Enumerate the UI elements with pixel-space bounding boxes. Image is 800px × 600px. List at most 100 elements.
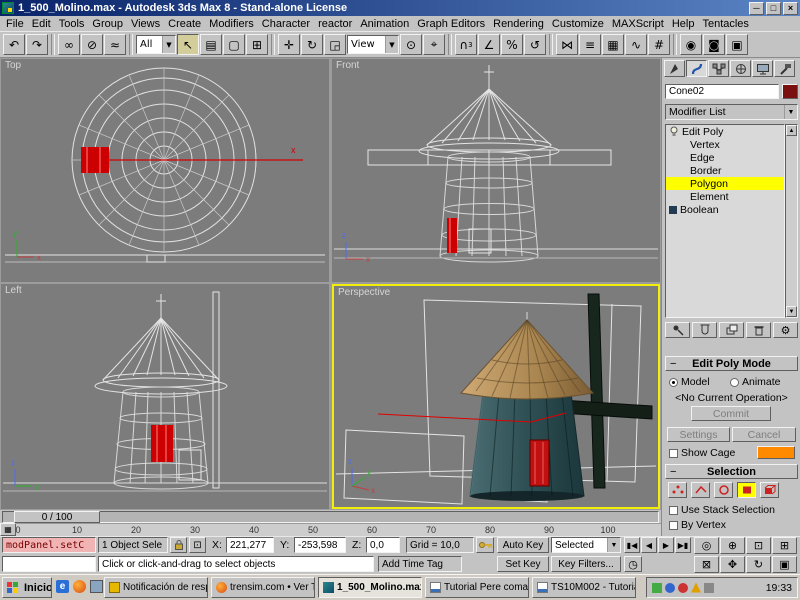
chevron-down-icon[interactable]: ▼ [385,36,398,53]
tray-icon[interactable] [652,583,662,593]
quick-launch-icon[interactable]: e [56,580,69,593]
tray-icon[interactable] [704,583,714,593]
snap-toggle-button[interactable]: ∩3 [455,34,477,55]
commit-button[interactable]: Commit [691,406,771,421]
go-to-start-button[interactable]: ▮◀ [624,537,640,553]
menu-item-help[interactable]: Help [668,18,699,30]
edge-subobject-button[interactable] [691,482,710,498]
x-coordinate-field[interactable]: 221,277 [226,537,274,553]
zoom-all-button[interactable]: ⊕ [720,537,745,554]
stack-item-boolean[interactable]: Boolean [666,203,784,216]
set-key-button[interactable]: Set Key [497,556,549,572]
object-name-field[interactable]: Cone02 [665,84,779,99]
chevron-down-icon[interactable]: ▼ [784,105,797,119]
zoom-extents-button[interactable]: ⊡ [746,537,771,554]
make-unique-button[interactable] [719,322,744,338]
menu-item-customize[interactable]: Customize [548,18,608,30]
menu-item-views[interactable]: Views [127,18,164,30]
percent-snap-button[interactable]: % [501,34,523,55]
menu-item-create[interactable]: Create [164,18,205,30]
polygon-subobject-button-active[interactable] [737,482,756,498]
taskbar-task-molino-active[interactable]: 1_500_Molino.max - ... [318,577,422,598]
edit-poly-mode-rollout-header[interactable]: − Edit Poly Mode [665,356,798,371]
minimize-button[interactable]: ─ [749,2,764,15]
cancel-button[interactable]: Cancel [732,427,796,442]
selection-region-button[interactable]: ▢ [223,34,245,55]
angle-snap-button[interactable]: ∠ [478,34,500,55]
pan-button[interactable]: ✥ [720,556,745,573]
menu-item-tools[interactable]: Tools [55,18,89,30]
unlink-selection-button[interactable]: ⊘ [81,34,103,55]
top-viewport[interactable]: Top [1,59,329,282]
key-filters-button[interactable]: Key Filters... [551,556,621,572]
use-center-button[interactable]: ⊙ [400,34,422,55]
taskbar-task-trensim[interactable]: trensim.com • Ver Tema ... [211,577,315,598]
modifier-list-dropdown[interactable]: Modifier List ▼ [665,104,798,120]
mirror-button[interactable]: ⋈ [556,34,578,55]
close-button[interactable]: × [783,2,798,15]
stack-subitem-border[interactable]: Border [666,164,784,177]
select-and-manipulate-button[interactable]: ⌖ [423,34,445,55]
redo-button[interactable]: ↷ [26,34,48,55]
render-scene-button[interactable]: ◙ [703,34,725,55]
previous-frame-button[interactable]: ◀ [641,537,657,553]
stack-subitem-element[interactable]: Element [666,190,784,203]
layer-manager-button[interactable]: ▦ [602,34,624,55]
menu-item-graph-editors[interactable]: Graph Editors [413,18,489,30]
curve-editor-button[interactable]: ∿ [625,34,647,55]
selection-rollout-header[interactable]: − Selection [665,464,798,479]
select-object-button[interactable]: ↖ [177,34,199,55]
quick-render-button[interactable]: ▣ [726,34,748,55]
show-cage-checkbox[interactable]: Show Cage [669,447,735,459]
zoom-button[interactable]: ◎ [694,537,719,554]
scroll-down-icon[interactable]: ▼ [786,306,797,317]
tab-display[interactable] [752,60,773,77]
selection-lock-button[interactable] [170,537,187,553]
front-viewport[interactable]: Front [332,59,660,282]
taskbar-task-tutorial[interactable]: Tutorial Pere comas 3d [425,577,529,598]
pin-stack-button[interactable] [665,322,690,338]
quick-launch-icon[interactable] [90,580,103,593]
tab-hierarchy[interactable] [708,60,729,77]
menu-item-rendering[interactable]: Rendering [489,18,548,30]
menu-item-maxscript[interactable]: MAXScript [608,18,668,30]
scroll-up-icon[interactable]: ▲ [786,125,797,136]
start-button[interactable]: Inicio [2,577,52,598]
menu-item-reactor[interactable]: reactor [314,18,356,30]
maxscript-input-field[interactable] [2,556,96,572]
animate-radio[interactable]: Animate [730,376,781,388]
stack-item-edit-poly[interactable]: Edit Poly [666,125,784,138]
tab-motion[interactable] [730,60,751,77]
time-configuration-button[interactable]: ◷ [624,556,642,572]
menu-item-animation[interactable]: Animation [356,18,413,30]
quick-launch-icon[interactable] [73,580,86,593]
border-subobject-button[interactable] [714,482,733,498]
time-slider-track[interactable] [2,511,659,523]
menu-item-character[interactable]: Character [258,18,314,30]
window-crossing-toggle-button[interactable]: ⊞ [246,34,268,55]
key-mode-dropdown[interactable]: Selected ▼ [551,537,621,553]
cage-color-swatch[interactable] [757,446,795,459]
tab-modify[interactable] [686,60,707,77]
min-max-toggle-button[interactable]: ▣ [772,556,797,573]
model-radio[interactable]: Model [669,376,710,388]
by-vertex-checkbox[interactable]: By Vertex [669,519,726,531]
use-stack-selection-checkbox[interactable]: Use Stack Selection [669,504,775,516]
arc-rotate-button[interactable]: ↻ [746,556,771,573]
menu-item-edit[interactable]: Edit [28,18,55,30]
element-subobject-button[interactable] [760,482,779,498]
select-and-link-button[interactable]: ∞ [58,34,80,55]
absolute-offset-toggle-button[interactable]: ⊡ [189,537,206,553]
tab-create[interactable] [664,60,685,77]
set-key-mode-button[interactable] [476,537,494,553]
maximize-button[interactable]: □ [766,2,781,15]
remove-modifier-button[interactable] [746,322,771,338]
bind-to-space-warp-button[interactable]: ≈ [104,34,126,55]
z-coordinate-field[interactable]: 0,0 [366,537,400,553]
left-viewport[interactable]: Left [1,284,329,509]
settings-button[interactable]: Settings [667,427,730,442]
add-time-tag-field[interactable]: Add Time Tag [378,556,462,572]
selection-filter-dropdown[interactable]: All ▼ [136,35,176,54]
select-and-scale-button[interactable]: ◲ [324,34,346,55]
stack-scrollbar[interactable]: ▲ ▼ [785,124,798,318]
